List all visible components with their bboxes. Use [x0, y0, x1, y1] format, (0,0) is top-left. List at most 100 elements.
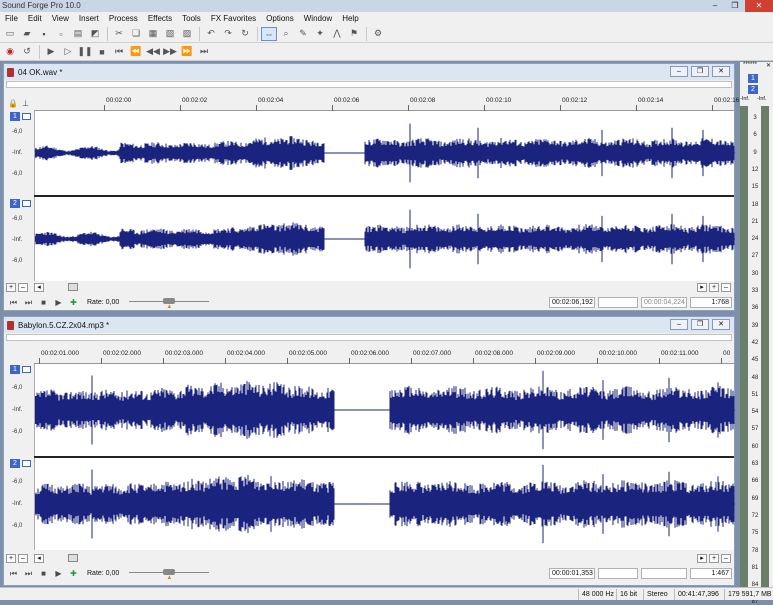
- play-icon[interactable]: ▶: [53, 297, 64, 308]
- envelope-tool-icon[interactable]: ⋀: [329, 27, 345, 41]
- waveform-channel-2[interactable]: [34, 197, 735, 281]
- play-icon[interactable]: ▷: [60, 45, 76, 59]
- go-to-end-icon[interactable]: ⏭: [23, 568, 34, 579]
- forward-icon[interactable]: ▶▶: [162, 45, 178, 59]
- crop-icon[interactable]: ▨: [179, 27, 195, 41]
- marker-tool-icon[interactable]: ⚑: [346, 27, 362, 41]
- loop-icon[interactable]: ↺: [19, 45, 35, 59]
- rewind2-icon[interactable]: ◀◀: [145, 45, 161, 59]
- menu-options[interactable]: Options: [261, 12, 299, 25]
- channel-2-button[interactable]: 2: [10, 199, 20, 208]
- zoom-ratio-field[interactable]: 1:467: [690, 568, 732, 579]
- selection-length-field[interactable]: [641, 568, 687, 579]
- open-icon[interactable]: ▰: [19, 27, 35, 41]
- edit-tool-icon[interactable]: ⇔: [261, 26, 277, 41]
- menu-help[interactable]: Help: [337, 12, 363, 25]
- minimize-button[interactable]: –: [705, 0, 725, 12]
- play-icon[interactable]: ▶: [53, 568, 64, 579]
- horizontal-scrollbar[interactable]: + – ◂ ▸ + –: [4, 553, 734, 564]
- stop-icon[interactable]: ■: [38, 297, 49, 308]
- maximize-button[interactable]: ❐: [725, 0, 745, 12]
- stop-icon[interactable]: ■: [94, 45, 110, 59]
- scroll-right-button[interactable]: ▸: [697, 283, 707, 292]
- cursor-position-field[interactable]: 00:00:01,353: [549, 568, 595, 579]
- menu-view[interactable]: View: [47, 12, 74, 25]
- selection-length-field[interactable]: 00:00:04,224: [641, 297, 687, 308]
- waveform-channel-2[interactable]: [34, 458, 735, 550]
- go-to-end-icon[interactable]: ⏭: [196, 45, 212, 59]
- go-to-start-icon[interactable]: ⏮: [8, 297, 19, 308]
- save-icon[interactable]: ▪: [36, 27, 52, 41]
- dw1-minimize-button[interactable]: –: [670, 66, 688, 77]
- zoom-in-h-button[interactable]: +: [709, 283, 719, 292]
- menu-file[interactable]: File: [0, 12, 23, 25]
- play-all-icon[interactable]: ▶: [43, 45, 59, 59]
- dw2-restore-button[interactable]: ❐: [691, 319, 709, 330]
- redo-icon[interactable]: ↷: [220, 27, 236, 41]
- zoom-ratio-field[interactable]: 1:768: [690, 297, 732, 308]
- menu-edit[interactable]: Edit: [23, 12, 47, 25]
- rate-slider[interactable]: ▲: [129, 298, 210, 310]
- channel-2-minimize-button[interactable]: [22, 200, 31, 207]
- scroll-thumb[interactable]: [68, 554, 78, 562]
- forward2-icon[interactable]: ⏩: [179, 45, 195, 59]
- dw2-close-button[interactable]: ✕: [712, 319, 730, 330]
- plus-icon[interactable]: ✚: [68, 297, 79, 308]
- zoom-out-h-button[interactable]: –: [721, 283, 731, 292]
- menu-effects[interactable]: Effects: [143, 12, 177, 25]
- go-to-start-icon[interactable]: ⏮: [8, 568, 19, 579]
- new-icon[interactable]: ▭: [2, 27, 18, 41]
- scroll-left-button[interactable]: ◂: [34, 283, 44, 292]
- zoom-out-button[interactable]: –: [18, 554, 28, 563]
- meter-channel-1[interactable]: 1: [748, 74, 758, 83]
- horizontal-scrollbar[interactable]: + – ◂ ▸ + –: [4, 282, 734, 293]
- pause-icon[interactable]: ❚❚: [77, 45, 93, 59]
- properties-icon[interactable]: ⚙: [370, 27, 386, 41]
- repeat-icon[interactable]: ↻: [237, 27, 253, 41]
- menu-insert[interactable]: Insert: [74, 12, 104, 25]
- channel-1-minimize-button[interactable]: [22, 113, 31, 120]
- dw2-minimize-button[interactable]: –: [670, 319, 688, 330]
- time-ruler[interactable]: 🔒 ⊥ 00:02:00 00:02:02 00:02:04 00:02:06 00:0…: [4, 97, 739, 111]
- pencil-tool-icon[interactable]: ✎: [295, 27, 311, 41]
- rate-slider[interactable]: ▲: [129, 569, 210, 581]
- waveform-channel-1[interactable]: [34, 364, 735, 456]
- data-window-1-title-bar[interactable]: 04 OK.wav * – ❐ ✕: [4, 64, 734, 80]
- scroll-thumb[interactable]: [68, 283, 78, 291]
- cut-icon[interactable]: ✂: [111, 27, 127, 41]
- data-window-2-title-bar[interactable]: Babylon.5.CZ.2x04.mp3 * – ❐ ✕: [4, 317, 734, 333]
- stop-icon[interactable]: ■: [38, 568, 49, 579]
- go-to-end-icon[interactable]: ⏭: [23, 297, 34, 308]
- menu-window[interactable]: Window: [299, 12, 337, 25]
- render-icon[interactable]: ◩: [87, 27, 103, 41]
- time-ruler[interactable]: 00:02:01.000 00:02:02.000 00:02:03.000 00:0…: [4, 350, 734, 364]
- menu-fx-favorites[interactable]: FX Favorites: [206, 12, 261, 25]
- zoom-in-button[interactable]: +: [6, 283, 16, 292]
- overview-bar[interactable]: [6, 81, 732, 88]
- snap-icon[interactable]: ⊥: [22, 99, 29, 108]
- save-as-icon[interactable]: ▫: [53, 27, 69, 41]
- menu-tools[interactable]: Tools: [177, 12, 206, 25]
- overview-bar[interactable]: [6, 334, 732, 341]
- paste-icon[interactable]: ▦: [145, 27, 161, 41]
- go-to-start-icon[interactable]: ⏮: [111, 45, 127, 59]
- scroll-left-button[interactable]: ◂: [34, 554, 44, 563]
- cursor-position-field[interactable]: 00:02:06,192: [549, 297, 595, 308]
- scroll-right-button[interactable]: ▸: [697, 554, 707, 563]
- meter-close-icon[interactable]: ✕: [766, 62, 771, 69]
- mix-icon[interactable]: ▧: [162, 27, 178, 41]
- dw1-close-button[interactable]: ✕: [712, 66, 730, 77]
- menu-process[interactable]: Process: [104, 12, 143, 25]
- channel-1-button[interactable]: 1: [10, 365, 20, 374]
- copy-icon[interactable]: ❏: [128, 27, 144, 41]
- zoom-out-h-button[interactable]: –: [721, 554, 731, 563]
- selection-start-field[interactable]: [598, 297, 638, 308]
- close-button[interactable]: ✕: [745, 0, 773, 12]
- plus-icon[interactable]: ✚: [68, 568, 79, 579]
- zoom-in-h-button[interactable]: +: [709, 554, 719, 563]
- magnify-tool-icon[interactable]: ⌕: [278, 27, 294, 41]
- undo-icon[interactable]: ↶: [203, 27, 219, 41]
- channel-1-button[interactable]: 1: [10, 112, 20, 121]
- meter-channel-2[interactable]: 2: [748, 85, 758, 94]
- zoom-out-button[interactable]: –: [18, 283, 28, 292]
